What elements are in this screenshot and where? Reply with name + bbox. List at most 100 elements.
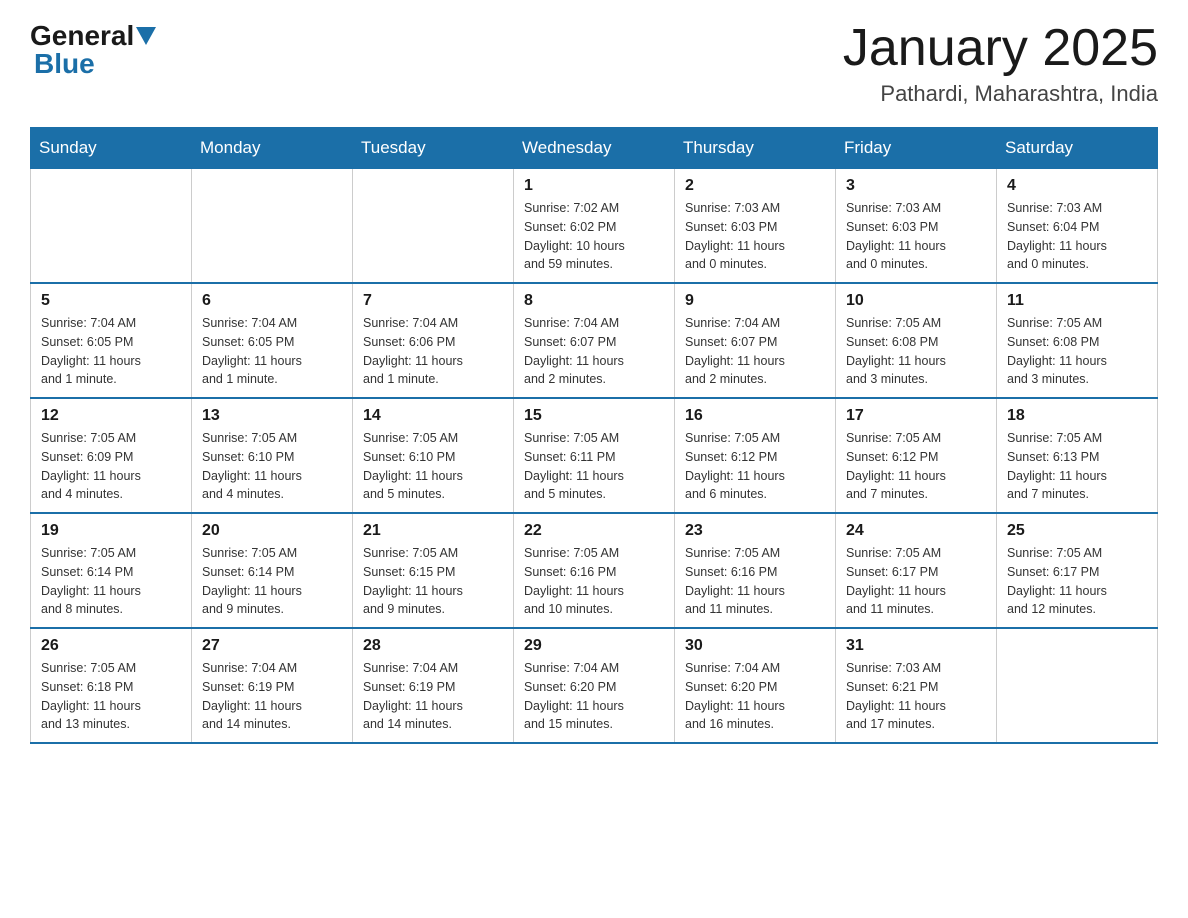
page-header: General Blue January 2025 Pathardi, Maha…	[30, 20, 1158, 107]
day-info: Sunrise: 7:05 AMSunset: 6:08 PMDaylight:…	[846, 314, 986, 389]
calendar-cell: 21 Sunrise: 7:05 AMSunset: 6:15 PMDayligh…	[353, 513, 514, 628]
calendar-cell: 2 Sunrise: 7:03 AMSunset: 6:03 PMDaylight…	[675, 169, 836, 284]
day-number: 31	[846, 637, 986, 655]
calendar-cell: 9 Sunrise: 7:04 AMSunset: 6:07 PMDaylight…	[675, 283, 836, 398]
calendar-cell: 19 Sunrise: 7:05 AMSunset: 6:14 PMDayligh…	[31, 513, 192, 628]
day-info: Sunrise: 7:05 AMSunset: 6:09 PMDaylight:…	[41, 429, 181, 504]
calendar-cell: 5 Sunrise: 7:04 AMSunset: 6:05 PMDaylight…	[31, 283, 192, 398]
weekday-header-tuesday: Tuesday	[353, 128, 514, 169]
calendar-header: SundayMondayTuesdayWednesdayThursdayFrid…	[31, 128, 1158, 169]
day-info: Sunrise: 7:03 AMSunset: 6:04 PMDaylight:…	[1007, 199, 1147, 274]
day-info: Sunrise: 7:05 AMSunset: 6:12 PMDaylight:…	[685, 429, 825, 504]
day-number: 12	[41, 407, 181, 425]
day-number: 30	[685, 637, 825, 655]
day-info: Sunrise: 7:03 AMSunset: 6:03 PMDaylight:…	[846, 199, 986, 274]
day-info: Sunrise: 7:05 AMSunset: 6:14 PMDaylight:…	[41, 544, 181, 619]
calendar-cell: 24 Sunrise: 7:05 AMSunset: 6:17 PMDayligh…	[836, 513, 997, 628]
day-number: 23	[685, 522, 825, 540]
day-info: Sunrise: 7:05 AMSunset: 6:14 PMDaylight:…	[202, 544, 342, 619]
calendar-cell: 15Sunrise: 7:05 AMSunset: 6:11 PMDayligh…	[514, 398, 675, 513]
day-number: 2	[685, 177, 825, 195]
day-info: Sunrise: 7:04 AMSunset: 6:20 PMDaylight:…	[685, 659, 825, 734]
day-info: Sunrise: 7:05 AMSunset: 6:10 PMDaylight:…	[363, 429, 503, 504]
day-number: 20	[202, 522, 342, 540]
day-number: 6	[202, 292, 342, 310]
day-number: 27	[202, 637, 342, 655]
calendar-cell: 23 Sunrise: 7:05 AMSunset: 6:16 PMDayligh…	[675, 513, 836, 628]
calendar-cell: 22 Sunrise: 7:05 AMSunset: 6:16 PMDayligh…	[514, 513, 675, 628]
day-info: Sunrise: 7:05 AMSunset: 6:16 PMDaylight:…	[524, 544, 664, 619]
day-info: Sunrise: 7:04 AMSunset: 6:07 PMDaylight:…	[685, 314, 825, 389]
day-number: 22	[524, 522, 664, 540]
day-number: 9	[685, 292, 825, 310]
day-number: 10	[846, 292, 986, 310]
day-info: Sunrise: 7:04 AMSunset: 6:05 PMDaylight:…	[41, 314, 181, 389]
weekday-header-wednesday: Wednesday	[514, 128, 675, 169]
calendar-cell: 12 Sunrise: 7:05 AMSunset: 6:09 PMDayligh…	[31, 398, 192, 513]
calendar-week-2: 5 Sunrise: 7:04 AMSunset: 6:05 PMDaylight…	[31, 283, 1158, 398]
calendar-cell: 4Sunrise: 7:03 AMSunset: 6:04 PMDaylight…	[997, 169, 1158, 284]
calendar-cell: 8Sunrise: 7:04 AMSunset: 6:07 PMDaylight…	[514, 283, 675, 398]
day-number: 5	[41, 292, 181, 310]
day-info: Sunrise: 7:05 AMSunset: 6:08 PMDaylight:…	[1007, 314, 1147, 389]
calendar-body: 1 Sunrise: 7:02 AMSunset: 6:02 PMDaylight…	[31, 169, 1158, 744]
day-info: Sunrise: 7:03 AMSunset: 6:03 PMDaylight:…	[685, 199, 825, 274]
day-number: 26	[41, 637, 181, 655]
day-number: 29	[524, 637, 664, 655]
calendar-cell: 27 Sunrise: 7:04 AMSunset: 6:19 PMDayligh…	[192, 628, 353, 743]
day-number: 1	[524, 177, 664, 195]
calendar-cell: 7 Sunrise: 7:04 AMSunset: 6:06 PMDaylight…	[353, 283, 514, 398]
calendar-cell	[997, 628, 1158, 743]
day-info: Sunrise: 7:04 AMSunset: 6:07 PMDaylight:…	[524, 314, 664, 389]
day-info: Sunrise: 7:03 AMSunset: 6:21 PMDaylight:…	[846, 659, 986, 734]
calendar-week-1: 1 Sunrise: 7:02 AMSunset: 6:02 PMDaylight…	[31, 169, 1158, 284]
logo-arrow-icon	[136, 27, 156, 45]
logo-blue-text: Blue	[34, 48, 95, 79]
day-number: 25	[1007, 522, 1147, 540]
day-info: Sunrise: 7:04 AMSunset: 6:06 PMDaylight:…	[363, 314, 503, 389]
weekday-header-saturday: Saturday	[997, 128, 1158, 169]
calendar-cell	[353, 169, 514, 284]
calendar-cell: 17 Sunrise: 7:05 AMSunset: 6:12 PMDayligh…	[836, 398, 997, 513]
weekday-header-monday: Monday	[192, 128, 353, 169]
weekday-header-friday: Friday	[836, 128, 997, 169]
calendar-cell: 28Sunrise: 7:04 AMSunset: 6:19 PMDayligh…	[353, 628, 514, 743]
calendar-cell	[31, 169, 192, 284]
calendar-cell: 18Sunrise: 7:05 AMSunset: 6:13 PMDayligh…	[997, 398, 1158, 513]
day-info: Sunrise: 7:05 AMSunset: 6:10 PMDaylight:…	[202, 429, 342, 504]
logo: General Blue	[30, 20, 158, 80]
calendar-cell: 29Sunrise: 7:04 AMSunset: 6:20 PMDayligh…	[514, 628, 675, 743]
day-number: 16	[685, 407, 825, 425]
calendar-cell: 10 Sunrise: 7:05 AMSunset: 6:08 PMDayligh…	[836, 283, 997, 398]
title-block: January 2025 Pathardi, Maharashtra, Indi…	[843, 20, 1158, 107]
day-info: Sunrise: 7:05 AMSunset: 6:16 PMDaylight:…	[685, 544, 825, 619]
calendar-cell	[192, 169, 353, 284]
calendar-cell: 25 Sunrise: 7:05 AMSunset: 6:17 PMDayligh…	[997, 513, 1158, 628]
month-title: January 2025	[843, 20, 1158, 77]
calendar-cell: 6Sunrise: 7:04 AMSunset: 6:05 PMDaylight…	[192, 283, 353, 398]
location: Pathardi, Maharashtra, India	[843, 81, 1158, 107]
day-info: Sunrise: 7:04 AMSunset: 6:19 PMDaylight:…	[202, 659, 342, 734]
calendar-cell: 31 Sunrise: 7:03 AMSunset: 6:21 PMDayligh…	[836, 628, 997, 743]
calendar-week-4: 19 Sunrise: 7:05 AMSunset: 6:14 PMDayligh…	[31, 513, 1158, 628]
day-number: 17	[846, 407, 986, 425]
calendar-cell: 11Sunrise: 7:05 AMSunset: 6:08 PMDayligh…	[997, 283, 1158, 398]
day-number: 24	[846, 522, 986, 540]
calendar-cell: 13Sunrise: 7:05 AMSunset: 6:10 PMDayligh…	[192, 398, 353, 513]
day-info: Sunrise: 7:05 AMSunset: 6:11 PMDaylight:…	[524, 429, 664, 504]
day-info: Sunrise: 7:05 AMSunset: 6:15 PMDaylight:…	[363, 544, 503, 619]
calendar-cell: 3Sunrise: 7:03 AMSunset: 6:03 PMDaylight…	[836, 169, 997, 284]
day-number: 19	[41, 522, 181, 540]
calendar-table: SundayMondayTuesdayWednesdayThursdayFrid…	[30, 127, 1158, 744]
day-info: Sunrise: 7:05 AMSunset: 6:12 PMDaylight:…	[846, 429, 986, 504]
day-info: Sunrise: 7:05 AMSunset: 6:17 PMDaylight:…	[1007, 544, 1147, 619]
day-info: Sunrise: 7:04 AMSunset: 6:19 PMDaylight:…	[363, 659, 503, 734]
day-number: 7	[363, 292, 503, 310]
day-info: Sunrise: 7:05 AMSunset: 6:17 PMDaylight:…	[846, 544, 986, 619]
calendar-week-3: 12 Sunrise: 7:05 AMSunset: 6:09 PMDayligh…	[31, 398, 1158, 513]
day-number: 21	[363, 522, 503, 540]
calendar-cell: 30 Sunrise: 7:04 AMSunset: 6:20 PMDayligh…	[675, 628, 836, 743]
day-info: Sunrise: 7:02 AMSunset: 6:02 PMDaylight:…	[524, 199, 664, 274]
calendar-week-5: 26Sunrise: 7:05 AMSunset: 6:18 PMDayligh…	[31, 628, 1158, 743]
calendar-cell: 26Sunrise: 7:05 AMSunset: 6:18 PMDayligh…	[31, 628, 192, 743]
